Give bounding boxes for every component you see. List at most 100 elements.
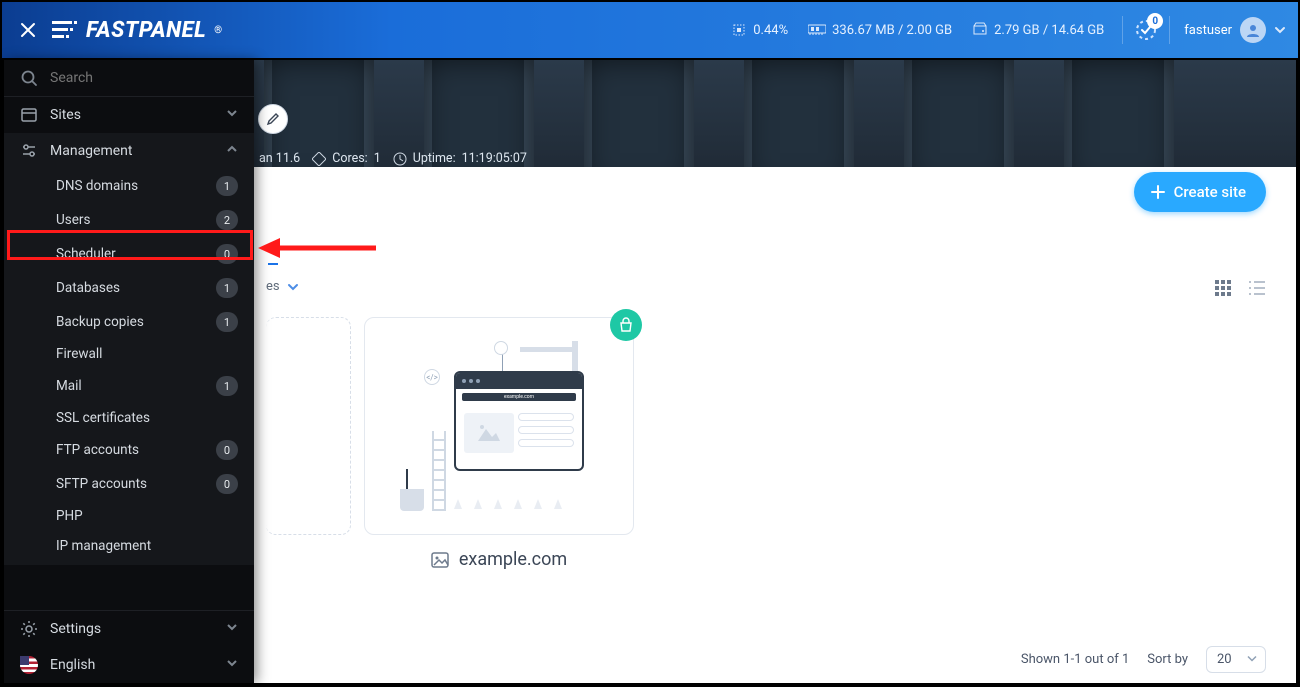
sidebar-subitem-label: IP management — [56, 538, 238, 554]
chevron-down-icon — [226, 107, 238, 123]
sidebar-subitem-backup-copies[interactable]: Backup copies1 — [4, 305, 254, 339]
filter-dropdown[interactable]: es — [266, 279, 300, 294]
page-size-select[interactable]: 20 — [1206, 646, 1266, 673]
sidebar-search[interactable] — [4, 60, 254, 96]
count-badge: 2 — [216, 210, 238, 230]
sidebar-subitem-label: Users — [56, 212, 216, 228]
sidebar-subitem-label: SFTP accounts — [56, 476, 216, 492]
chevron-down-icon — [1247, 652, 1257, 667]
sidebar-management-section: Management DNS domains1Users2Scheduler0D… — [4, 133, 254, 565]
site-card-preview: </> example.com — [364, 317, 634, 535]
header-cpu-stat[interactable]: 0.44% — [731, 22, 788, 38]
main-content: Create site es — [254, 167, 1296, 683]
brand-registered: ® — [214, 25, 222, 36]
sidebar-subitem-databases[interactable]: Databases1 — [4, 271, 254, 305]
list-view-button[interactable] — [1248, 279, 1266, 301]
header-separator — [1122, 16, 1123, 44]
sidebar-subitem-label: Databases — [56, 280, 216, 296]
gear-icon — [20, 620, 38, 638]
sidebar-subitem-firewall[interactable]: Firewall — [4, 339, 254, 369]
disk-icon — [972, 22, 988, 38]
cores-label: Cores: — [332, 151, 368, 166]
header-disk-stat[interactable]: 2.79 GB / 14.64 GB — [972, 22, 1104, 38]
grid-view-button[interactable] — [1214, 279, 1232, 301]
sidebar-item-settings[interactable]: Settings — [4, 611, 254, 647]
count-badge: 1 — [216, 376, 238, 396]
sidebar-subitem-php[interactable]: PHP — [4, 501, 254, 531]
ram-value: 336.67 MB / 2.00 GB — [832, 23, 952, 38]
sort-by-label: Sort by — [1147, 652, 1188, 667]
header-ram-stat[interactable]: 336.67 MB / 2.00 GB — [808, 23, 952, 38]
tabs-row[interactable] — [268, 235, 278, 265]
sidebar-subitem-label: Backup copies — [56, 314, 216, 330]
sidebar-subitem-scheduler[interactable]: Scheduler0 — [4, 237, 254, 271]
sidebar-item-language[interactable]: English — [4, 647, 254, 683]
close-sidebar-button[interactable] — [14, 21, 42, 39]
sidebar-subitem-ftp-accounts[interactable]: FTP accounts0 — [4, 433, 254, 467]
chevron-down-icon — [226, 657, 238, 673]
avatar — [1240, 17, 1266, 43]
window-icon — [20, 106, 38, 124]
edit-server-name-button[interactable] — [258, 104, 288, 134]
site-name-label[interactable]: example.com — [459, 549, 567, 570]
illus-url: example.com — [462, 393, 576, 401]
filter-text-fragment: es — [266, 279, 280, 294]
cores-stat: Cores: 1 — [312, 151, 381, 166]
uptime-value: 11:19:05:07 — [462, 151, 527, 166]
sidebar-item-sites[interactable]: Sites — [4, 97, 254, 133]
flag-us-icon — [20, 656, 38, 674]
top-header: FASTPANEL ® 0.44% 336.67 MB / 2.00 GB 2.7… — [2, 2, 1298, 58]
plus-icon — [1150, 184, 1166, 200]
list-icon — [1248, 279, 1266, 297]
pencil-icon — [266, 112, 280, 126]
sidebar-sites-label: Sites — [50, 107, 214, 123]
count-badge: 0 — [216, 474, 238, 494]
chevron-up-icon — [226, 143, 238, 159]
username-label: fastuser — [1184, 23, 1232, 38]
cores-value: 1 — [374, 151, 381, 166]
sidebar-subitem-ssl-certificates[interactable]: SSL certificates — [4, 403, 254, 433]
create-site-button[interactable]: Create site — [1134, 172, 1266, 212]
count-badge: 1 — [216, 176, 238, 196]
brand-name: FASTPANEL — [86, 18, 206, 43]
count-badge: 0 — [216, 440, 238, 460]
header-separator-2 — [1169, 16, 1170, 44]
app-root: FASTPANEL ® 0.44% 336.67 MB / 2.00 GB 2.7… — [0, 0, 1300, 687]
create-site-label: Create site — [1174, 183, 1246, 201]
site-name-row: example.com — [364, 549, 634, 570]
sidebar-subitem-mail[interactable]: Mail1 — [4, 369, 254, 403]
close-icon — [19, 21, 37, 39]
sidebar-subitem-label: DNS domains — [56, 178, 216, 194]
cpu-value: 0.44% — [753, 23, 788, 38]
site-card[interactable]: </> example.com example.com — [364, 317, 634, 557]
search-input[interactable] — [50, 70, 238, 86]
sidebar: Sites Management DNS domains1Users2Sched… — [4, 60, 254, 683]
view-toggle — [1214, 279, 1266, 301]
image-icon — [431, 551, 449, 569]
sidebar-item-management[interactable]: Management — [4, 133, 254, 169]
chevron-down-icon — [1274, 24, 1286, 36]
clock-icon — [393, 152, 407, 166]
cores-icon — [312, 152, 326, 166]
user-menu[interactable]: fastuser — [1184, 17, 1286, 43]
sidebar-subitem-label: SSL certificates — [56, 410, 238, 426]
site-illustration: </> example.com — [394, 341, 604, 511]
disk-value: 2.79 GB / 14.64 GB — [994, 23, 1104, 38]
page-size-value: 20 — [1217, 652, 1232, 667]
sidebar-subitem-dns-domains[interactable]: DNS domains1 — [4, 169, 254, 203]
ram-icon — [808, 24, 826, 36]
brand-mark-icon — [52, 19, 80, 41]
sidebar-subitem-users[interactable]: Users2 — [4, 203, 254, 237]
sidebar-subitem-sftp-accounts[interactable]: SFTP accounts0 — [4, 467, 254, 501]
count-badge: 1 — [216, 278, 238, 298]
count-badge: 0 — [216, 244, 238, 264]
sidebar-subitem-ip-management[interactable]: IP management — [4, 531, 254, 561]
notifications-button[interactable]: 0 — [1131, 15, 1161, 45]
list-footer: Shown 1-1 out of 1 Sort by 20 — [254, 646, 1296, 673]
user-icon — [1246, 23, 1260, 37]
brand-logo[interactable]: FASTPANEL ® — [52, 18, 223, 43]
sidebar-subitem-label: Scheduler — [56, 246, 216, 262]
sidebar-subitem-label: PHP — [56, 508, 238, 524]
sidebar-subitem-label: FTP accounts — [56, 442, 216, 458]
sidebar-subitem-label: Mail — [56, 378, 216, 394]
